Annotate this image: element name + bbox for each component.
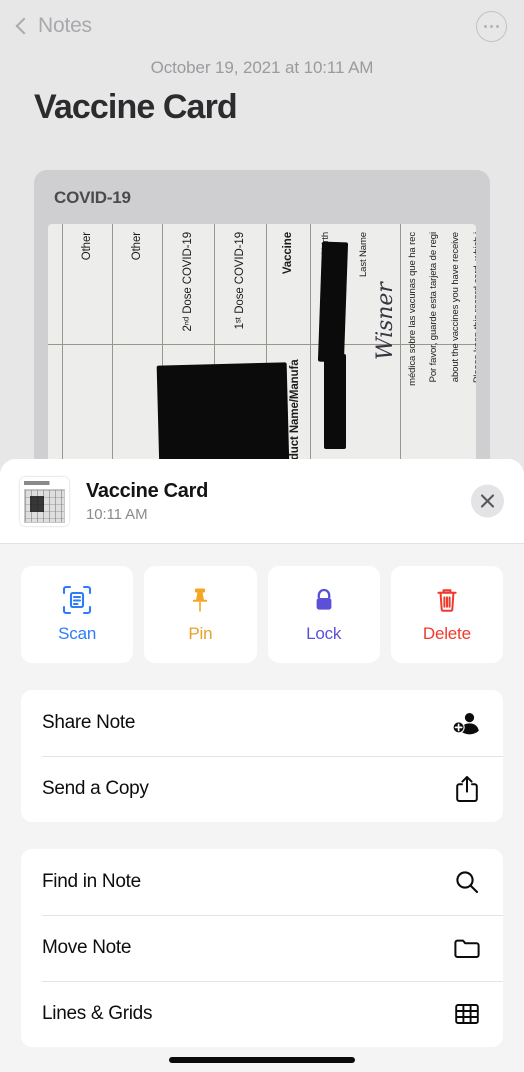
lines-and-grids-row[interactable]: Lines & Grids (21, 981, 503, 1047)
vcard-line-es-2: médica sobre las vacunas que ha rec (406, 232, 418, 386)
find-in-note-label: Find in Note (42, 871, 141, 892)
share-note-label: Share Note (42, 712, 136, 733)
home-indicator (169, 1057, 355, 1063)
notes-detail-screen: Notes October 19, 2021 at 10:11 AM Vacci… (0, 0, 524, 1072)
scanned-document-attachment[interactable]: COVID-19 Other Other 2ⁿᵈ Dose COVID-19 1… (34, 170, 490, 470)
move-note-row[interactable]: Move Note (21, 915, 503, 981)
delete-button[interactable]: Delete (390, 566, 503, 663)
action-sheet-header: Vaccine Card 10:11 AM (0, 459, 524, 544)
note-timestamp: October 19, 2021 at 10:11 AM (150, 58, 374, 77)
thumbnail-preview-image (24, 488, 65, 523)
close-button[interactable] (471, 484, 504, 518)
sheet-note-time: 10:11 AM (86, 505, 148, 523)
vcard-col-other-1: Other (131, 232, 144, 261)
attachment-header-label: COVID-19 (54, 188, 131, 207)
delete-button-label: Delete (422, 624, 471, 643)
lock-button-label: Lock (306, 624, 342, 643)
vaccine-card-image: Other Other 2ⁿᵈ Dose COVID-19 1ˢᵗ Dose C… (48, 224, 476, 470)
ellipsis-dot (483, 24, 488, 29)
lock-icon (316, 588, 332, 610)
lines-and-grids-label: Lines & Grids (42, 1003, 153, 1024)
back-to-notes-button[interactable]: Notes (15, 14, 92, 38)
sheet-note-title: Vaccine Card (86, 479, 209, 502)
person-badge-plus-icon (452, 708, 482, 738)
chevron-left-icon (15, 17, 33, 35)
redaction-mark (324, 354, 346, 449)
menu-group-share: Share Note Send a Copy (21, 690, 503, 822)
ellipsis-dot (495, 24, 500, 29)
ellipsis-dot (489, 24, 494, 29)
share-note-row[interactable]: Share Note (21, 690, 503, 756)
note-action-sheet: Vaccine Card 10:11 AM Scan Pin Lock Dele… (0, 459, 524, 1072)
scan-button-label: Scan (58, 624, 97, 643)
vcard-lastname-value: Wisner (373, 282, 399, 360)
vcard-col-dose2: 2ⁿᵈ Dose COVID-19 (182, 232, 195, 332)
send-a-copy-label: Send a Copy (42, 778, 149, 799)
thumbnail-title-line (24, 480, 65, 485)
vcard-lastname-label: Last Name (358, 232, 370, 278)
find-in-note-row[interactable]: Find in Note (21, 849, 503, 915)
close-icon (480, 494, 495, 508)
pin-button-label: Pin (188, 624, 213, 643)
vcard-line-en-2: about the vaccines you have receive (450, 232, 462, 383)
search-icon (452, 867, 482, 897)
menu-group-tools: Find in Note Move Note Lines & Grids (21, 849, 503, 1047)
scan-button[interactable]: Scan (21, 566, 134, 663)
vcard-col-dose1: 1ˢᵗ Dose COVID-19 (234, 232, 247, 330)
vcard-col-other-2: Other (81, 232, 94, 261)
share-export-icon (452, 774, 482, 804)
quick-actions-row: Scan Pin Lock Delete (0, 544, 524, 663)
vcard-col-vaccine: Vaccine (282, 232, 295, 275)
pin-icon (193, 588, 208, 612)
vcard-line-es-1: Por favor, guarde esta tarjeta de regi (428, 232, 440, 383)
more-options-button[interactable] (476, 11, 507, 42)
vcard-line-en-1: Please keep this record card, which i (472, 232, 476, 384)
note-title: Vaccine Card (34, 88, 238, 126)
redaction-mark (317, 241, 349, 363)
move-note-label: Move Note (42, 937, 132, 958)
grid-table-icon (452, 999, 482, 1029)
scanned-page: Other Other 2ⁿᵈ Dose COVID-19 1ˢᵗ Dose C… (48, 224, 476, 470)
navigation-bar: Notes (0, 0, 524, 52)
vcard-col-product: Product Name/Manufa (288, 359, 301, 470)
folder-icon (452, 933, 482, 963)
back-button-label: Notes (38, 14, 92, 37)
lock-button[interactable]: Lock (267, 566, 380, 663)
trash-icon (437, 589, 457, 612)
send-a-copy-row[interactable]: Send a Copy (21, 756, 503, 822)
scan-document-icon (63, 585, 92, 615)
note-thumbnail (20, 476, 69, 526)
pin-button[interactable]: Pin (144, 566, 257, 663)
